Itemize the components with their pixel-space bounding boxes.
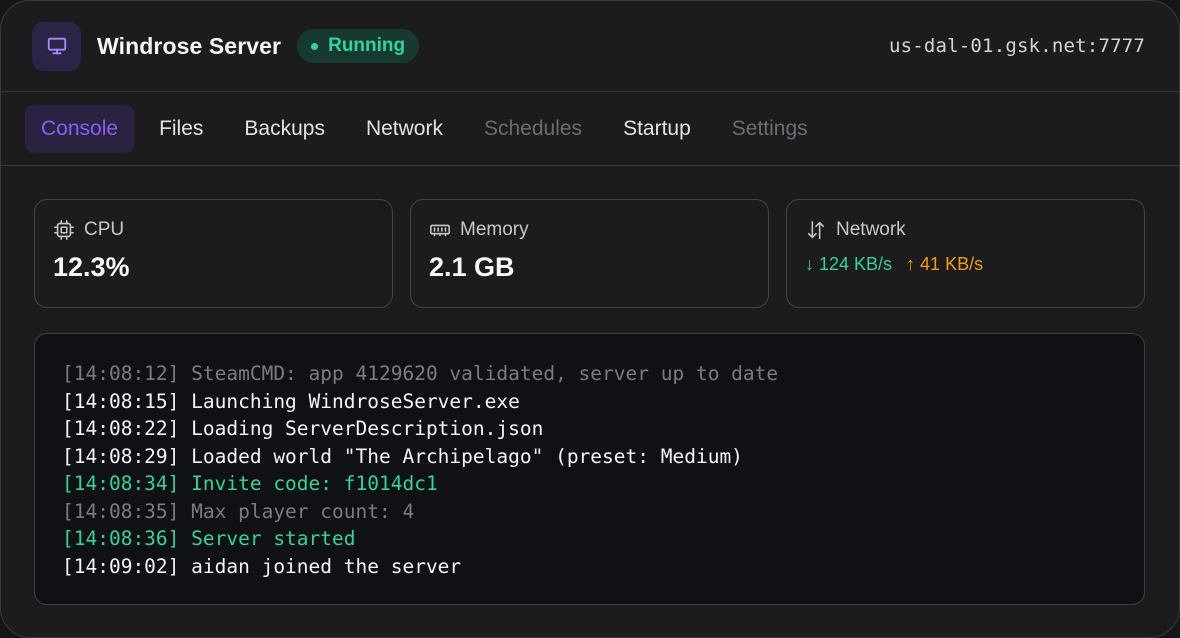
network-label: Network <box>836 219 906 240</box>
console-line: [14:08:12] SteamCMD: app 4129620 validat… <box>62 362 779 385</box>
cpu-card-header: CPU <box>53 219 392 241</box>
download-rate: ↓ 124 KB/s <box>805 254 893 274</box>
status-badge: Running <box>297 29 420 63</box>
console-line: [14:08:22] Loading ServerDescription.jso… <box>62 417 544 440</box>
tab-files[interactable]: Files <box>143 105 219 153</box>
server-panel: Windrose Server Running us-dal-01.gsk.ne… <box>0 0 1180 638</box>
cpu-icon <box>54 220 74 240</box>
transfer-icon <box>807 220 825 240</box>
tab-console[interactable]: Console <box>25 105 135 153</box>
tab-schedules[interactable]: Schedules <box>468 105 598 153</box>
console-line: [14:08:29] Loaded world "The Archipelago… <box>62 444 743 468</box>
server-address[interactable]: us-dal-01.gsk.net:7777 <box>889 35 1145 57</box>
tab-startup[interactable]: Startup <box>607 105 707 153</box>
status-dot-icon <box>311 42 319 50</box>
server-header: Windrose Server Running us-dal-01.gsk.ne… <box>1 1 1179 92</box>
memory-value: 2.1 GB <box>429 252 515 282</box>
cpu-value: 12.3% <box>53 252 130 282</box>
network-rates: ↓ 124 KB/s ↑ 41 KB/s <box>805 254 1144 275</box>
console-line: [14:08:34] Invite code: f1014dc1 <box>62 472 438 495</box>
server-title: Windrose Server <box>97 32 282 59</box>
console-line: [14:08:36] Server started <box>62 527 356 550</box>
memory-card-header: Memory <box>429 219 768 241</box>
status-label: Running <box>328 35 406 56</box>
network-card-header: Network <box>805 219 1144 241</box>
monitor-icon <box>32 21 81 71</box>
console-line: [14:08:15] Launching WindroseServer.exe <box>62 389 520 413</box>
cpu-label: CPU <box>84 219 125 240</box>
memory-card: Memory 2.1 GB <box>410 199 769 308</box>
upload-rate: ↑ 41 KB/s <box>906 254 984 274</box>
console-line: [14:08:35] Max player count: 4 <box>62 499 415 523</box>
memory-label: Memory <box>460 219 529 240</box>
tab-settings[interactable]: Settings <box>716 105 824 153</box>
cpu-card: CPU 12.3% <box>34 199 393 308</box>
tab-bar: Console Files Backups Network Schedules … <box>1 93 1179 166</box>
memory-icon <box>430 224 450 237</box>
tab-network[interactable]: Network <box>350 105 459 153</box>
console-output[interactable]: [14:08:12] SteamCMD: app 4129620 validat… <box>34 333 1145 605</box>
console-line: [14:09:02] aidan joined the server <box>62 554 462 578</box>
tab-backups[interactable]: Backups <box>228 105 341 153</box>
network-card: Network ↓ 124 KB/s ↑ 41 KB/s <box>786 199 1145 308</box>
